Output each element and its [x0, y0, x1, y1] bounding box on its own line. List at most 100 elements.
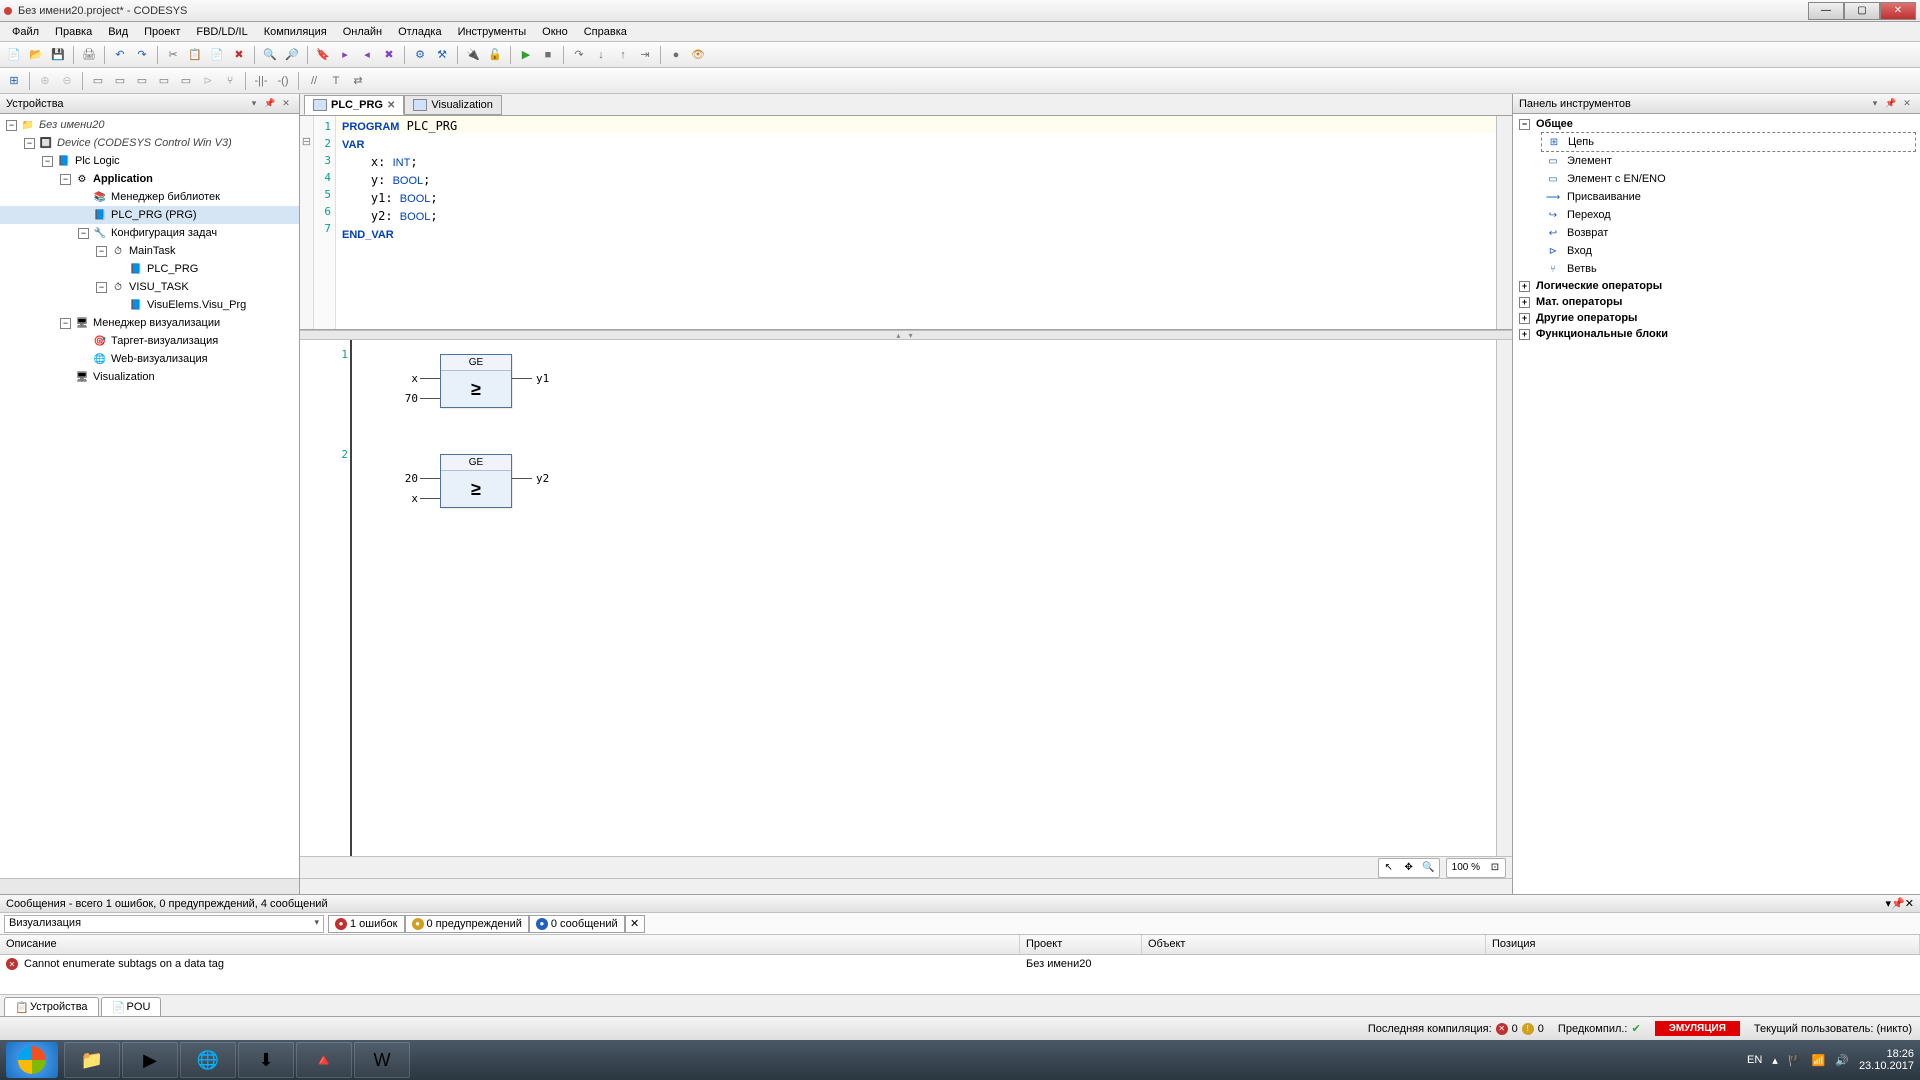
panel-dropdown-icon[interactable]: ▾	[247, 97, 261, 111]
system-tray[interactable]: EN ▴ 🏴 📶 🔊 18:26 23.10.2017	[1747, 1048, 1914, 1072]
tab-close-icon[interactable]: ✕	[387, 100, 395, 111]
panel-tab-устройства[interactable]: 📋Устройства	[4, 997, 99, 1016]
bookmark-prev-icon[interactable]: ◂	[357, 45, 377, 65]
toolbox-item[interactable]: ↪Переход	[1513, 206, 1920, 224]
tray-up-icon[interactable]: ▴	[1772, 1054, 1778, 1067]
col-object[interactable]: Объект	[1142, 935, 1486, 954]
panel-tab-pou[interactable]: 📄POU	[101, 997, 162, 1016]
copy-icon[interactable]: 📋	[185, 45, 205, 65]
redo-icon[interactable]: ↷	[132, 45, 152, 65]
step-over-icon[interactable]: ↷	[569, 45, 589, 65]
task-word[interactable]: W	[354, 1042, 410, 1078]
expander-icon[interactable]: −	[6, 120, 17, 131]
zoom-tool-icon[interactable]: 🔍	[1420, 860, 1438, 876]
toolbox-item[interactable]: ⊞Цепь	[1541, 132, 1916, 152]
zoom-fit-icon[interactable]: ⊡	[1486, 860, 1504, 876]
toolbox-category[interactable]: −Общее	[1513, 116, 1920, 132]
tree-item[interactable]: 📘PLC_PRG (PRG)	[0, 206, 299, 224]
fbd-jump-icon[interactable]: ▭	[154, 71, 174, 91]
run-icon[interactable]: ▶	[516, 45, 536, 65]
expander-icon[interactable]: −	[78, 228, 89, 239]
expander-icon[interactable]: −	[60, 318, 71, 329]
new-file-icon[interactable]: 📄	[4, 45, 24, 65]
step-into-icon[interactable]: ↓	[591, 45, 611, 65]
devices-tree[interactable]: −📁Без имени20−🔲Device (CODESYS Control W…	[0, 114, 299, 878]
fbd-input-icon[interactable]: ⊳	[198, 71, 218, 91]
login-icon[interactable]: 🔌	[463, 45, 483, 65]
toolbox-category[interactable]: +Функциональные блоки	[1513, 326, 1920, 342]
toolbox-pin-icon[interactable]: 📌	[1884, 97, 1898, 111]
undo-icon[interactable]: ↶	[110, 45, 130, 65]
messages-pin-icon[interactable]: 📌	[1891, 897, 1905, 910]
fbd-branch-icon[interactable]: ⑂	[220, 71, 240, 91]
tree-item[interactable]: −⏱MainTask	[0, 242, 299, 260]
panel-pin-icon[interactable]: 📌	[263, 97, 277, 111]
watch-icon[interactable]: 👁	[688, 45, 708, 65]
fbd-assign-icon[interactable]: ▭	[132, 71, 152, 91]
menu-файл[interactable]: Файл	[4, 24, 47, 40]
toolbox-item[interactable]: ▭Элемент	[1513, 152, 1920, 170]
tray-lang[interactable]: EN	[1747, 1054, 1762, 1066]
rebuild-icon[interactable]: ⚒	[432, 45, 452, 65]
toolbox-item[interactable]: ↩Возврат	[1513, 224, 1920, 242]
expander-icon[interactable]: +	[1519, 297, 1530, 308]
tree-item[interactable]: −⏱VISU_TASK	[0, 278, 299, 296]
find-next-icon[interactable]: 🔎	[282, 45, 302, 65]
pin-label[interactable]: 20	[405, 472, 418, 485]
menu-отладка[interactable]: Отладка	[390, 24, 449, 40]
print-icon[interactable]: 🖨	[79, 45, 99, 65]
pin-label[interactable]: x	[411, 372, 418, 385]
menu-проект[interactable]: Проект	[136, 24, 188, 40]
expander-icon[interactable]: +	[1519, 313, 1530, 324]
expander-icon[interactable]: −	[96, 282, 107, 293]
tree-scrollbar[interactable]	[0, 878, 299, 894]
expander-icon[interactable]: −	[42, 156, 53, 167]
build-icon[interactable]: ⚙	[410, 45, 430, 65]
tree-item[interactable]: −📁Без имени20	[0, 116, 299, 134]
messages-close-icon[interactable]: ✕	[1905, 897, 1914, 910]
fbd-box-icon[interactable]: ▭	[110, 71, 130, 91]
code-editor[interactable]: ⊟ 1234567 PROGRAM PLC_PRG VAR x: INT; y:…	[300, 116, 1512, 330]
toolbox-dropdown-icon[interactable]: ▾	[1868, 97, 1882, 111]
tray-network-icon[interactable]: 📶	[1812, 1054, 1826, 1067]
expander-icon[interactable]: −	[60, 174, 71, 185]
expander-icon[interactable]: +	[1519, 281, 1530, 292]
pointer-tool-icon[interactable]: ↖	[1380, 860, 1398, 876]
tree-item[interactable]: 🎯Таргет-визуализация	[0, 332, 299, 350]
fbd-hscroll[interactable]	[300, 878, 1512, 894]
bookmark-clear-icon[interactable]: ✖	[379, 45, 399, 65]
fbd-coil-icon[interactable]: -()	[273, 71, 293, 91]
open-file-icon[interactable]: 📂	[26, 45, 46, 65]
fbd-label-icon[interactable]: T	[326, 71, 346, 91]
fbd-contact-icon[interactable]: -||-	[251, 71, 271, 91]
code-vscroll[interactable]	[1496, 116, 1512, 329]
tree-item[interactable]: 🌐Web-визуализация	[0, 350, 299, 368]
pin-label[interactable]: 70	[405, 392, 418, 405]
toolbox-item[interactable]: ▭Элемент с EN/ENO	[1513, 170, 1920, 188]
toolbox-item[interactable]: ⑂Ветвь	[1513, 260, 1920, 278]
messages-filter-chip[interactable]: ●0 предупреждений	[405, 915, 529, 933]
paste-icon[interactable]: 📄	[207, 45, 227, 65]
tree-item[interactable]: −🔧Конфигурация задач	[0, 224, 299, 242]
bookmark-icon[interactable]: 🔖	[313, 45, 333, 65]
doc-tab-visualization[interactable]: Visualization	[404, 95, 502, 115]
pin-label[interactable]: y1	[536, 372, 549, 385]
messages-filter-chip[interactable]: ●0 сообщений	[529, 915, 625, 933]
fbd-canvas[interactable]: 1GE≥x70y12GE≥20xy2	[300, 340, 1496, 856]
tree-item[interactable]: −⚙Application	[0, 170, 299, 188]
find-icon[interactable]: 🔍	[260, 45, 280, 65]
pin-label[interactable]: y2	[536, 472, 549, 485]
stop-icon[interactable]: ■	[538, 45, 558, 65]
menu-вид[interactable]: Вид	[100, 24, 136, 40]
tray-volume-icon[interactable]: 🔊	[1835, 1054, 1849, 1067]
editor-splitter[interactable]: ▴ ▾	[300, 330, 1512, 340]
task-explorer[interactable]: 📁	[64, 1042, 120, 1078]
pin-label[interactable]: x	[411, 492, 418, 505]
fbd-return-icon[interactable]: ▭	[176, 71, 196, 91]
menu-инструменты[interactable]: Инструменты	[450, 24, 535, 40]
fbd-zoom-out-icon[interactable]: ⊖	[57, 71, 77, 91]
task-download[interactable]: ⬇	[238, 1042, 294, 1078]
toolbox-item[interactable]: ⊳Вход	[1513, 242, 1920, 260]
toolbox-category[interactable]: +Логические операторы	[1513, 278, 1920, 294]
tree-item[interactable]: 🖥Visualization	[0, 368, 299, 386]
